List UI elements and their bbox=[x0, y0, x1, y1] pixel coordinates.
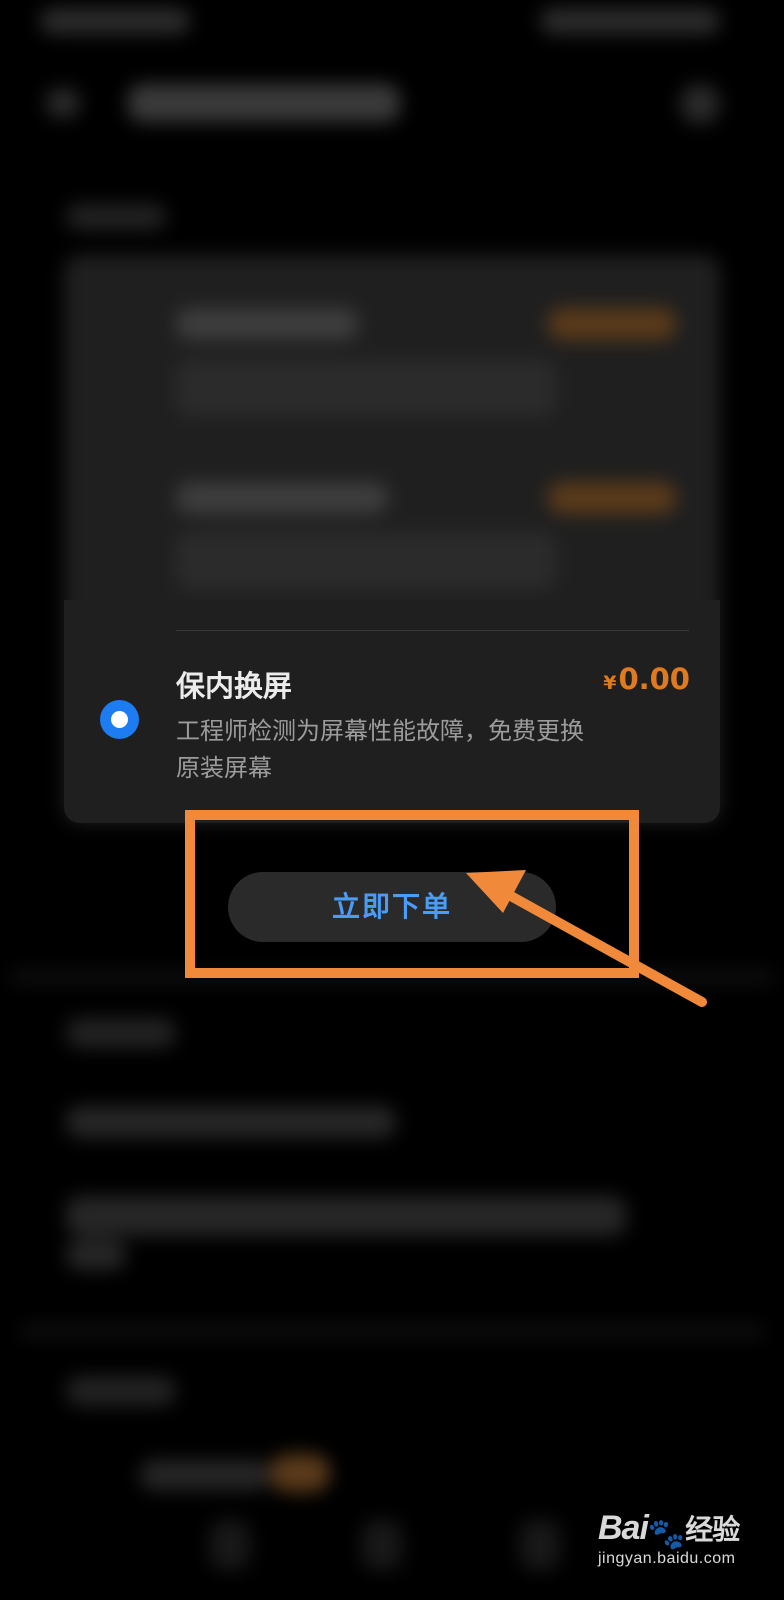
arrow-head-icon bbox=[466, 870, 526, 913]
highlight-box bbox=[185, 810, 639, 978]
annotation-overlay bbox=[185, 810, 707, 1007]
watermark-url: jingyan.baidu.com bbox=[598, 1550, 736, 1568]
arrow-shaft bbox=[495, 885, 707, 1007]
watermark-brand: Bai bbox=[598, 1509, 649, 1547]
paw-icon: 🐾 bbox=[647, 1518, 686, 1552]
phone-screen: 保内换屏 ¥0.00 工程师检测为屏幕性能故障，免费更换原装屏幕 立即下单 Ba… bbox=[0, 0, 784, 1600]
watermark-brand-suffix: 经验 bbox=[685, 1514, 740, 1545]
baidu-watermark: Bai🐾经验 jingyan.baidu.com bbox=[598, 1508, 778, 1568]
